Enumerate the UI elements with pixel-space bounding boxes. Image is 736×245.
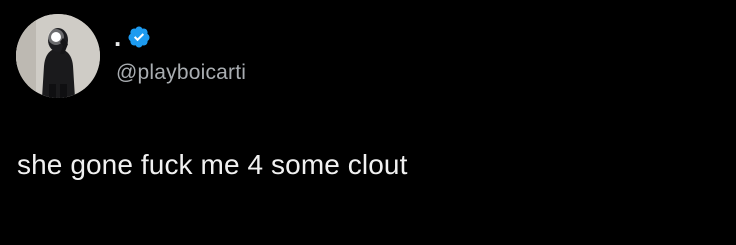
profile-avatar[interactable] — [16, 14, 100, 98]
verified-badge-icon — [127, 25, 151, 49]
avatar-photo-icon — [16, 14, 100, 98]
display-name[interactable]: . — [114, 22, 121, 52]
name-row: . — [114, 22, 151, 52]
user-handle[interactable]: @playboicarti — [116, 60, 246, 86]
tweet-text: she gone fuck me 4 some clout — [17, 149, 408, 180]
tweet-card: . @playboicarti she gone fuck me 4 some … — [0, 0, 736, 245]
